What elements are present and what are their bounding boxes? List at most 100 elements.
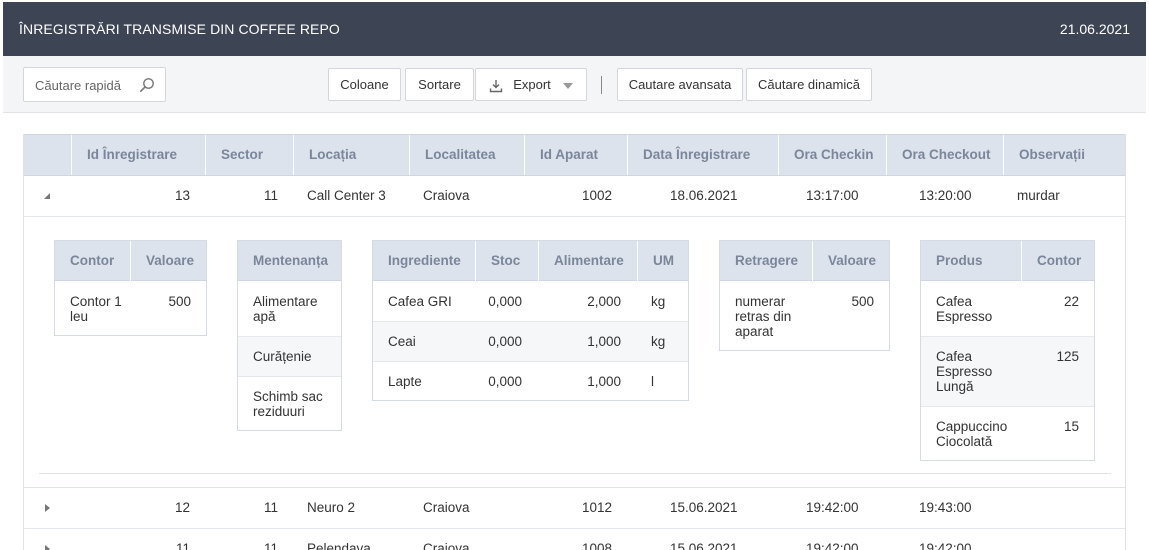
cell-locatie: Call Center 3	[307, 188, 386, 203]
column-header-locatie[interactable]: Locația	[293, 135, 409, 175]
ingrediente-um: kg	[651, 294, 666, 309]
cell-checkout: 19:43:00	[919, 500, 972, 515]
produs-contor: 22	[1063, 294, 1079, 309]
dynamic-search-button[interactable]: Căutare dinamică	[746, 68, 872, 101]
column-header-checkout[interactable]: Ora Checkout	[886, 135, 1003, 175]
produs-row: Cafea Espresso 22	[921, 282, 1094, 337]
search-icon[interactable]	[139, 77, 155, 93]
cell-id: 13	[174, 188, 190, 203]
ingrediente-name: Ceai	[388, 334, 416, 349]
ingrediente-header-stoc: Stoc	[475, 241, 520, 281]
table-row[interactable]: 13 11 Call Center 3 Craiova 1002 18.06.2…	[24, 176, 1125, 217]
cell-sector: 11	[263, 541, 278, 550]
sort-button[interactable]: Sortare	[405, 68, 474, 101]
cell-localitate: Craiova	[423, 541, 470, 550]
mentenanta-item: Curățenie	[253, 349, 312, 364]
export-button[interactable]: Export	[475, 68, 587, 101]
grid-header: Id Înregistrare Sector Locația Localitat…	[24, 134, 1125, 176]
cell-aparat: 1008	[581, 541, 612, 550]
cell-sector: 11	[263, 188, 278, 203]
mentenanta-item: Alimentare apă	[253, 294, 318, 324]
columns-button[interactable]: Coloane	[328, 68, 401, 101]
page-title: ÎNREGISTRĂRI TRANSMISE DIN COFFEE REPO	[19, 21, 340, 37]
retragere-value: 500	[851, 294, 874, 309]
retragere-row: numerar retras din aparat 500	[720, 282, 889, 350]
cell-observatii: murdar	[1017, 188, 1060, 203]
ingrediente-header-um: UM	[637, 241, 674, 281]
mentenanta-row: Schimb sac reziduuri	[238, 377, 341, 430]
header-date: 21.06.2021	[1059, 21, 1130, 37]
mentenanta-table: Mentenanța Alimentare apă Curățenie Schi…	[237, 240, 342, 431]
ingrediente-header-name: Ingrediente	[388, 253, 461, 268]
mentenanta-row: Curățenie	[238, 337, 341, 377]
contor-table: Contor Valoare Contor 1 leu 500	[54, 240, 207, 336]
mentenanta-item: Schimb sac reziduuri	[253, 389, 323, 419]
cell-locatie: Pelendava	[307, 541, 371, 550]
produs-name: Cafea Espresso Lungă	[936, 349, 993, 394]
expand-triangle-icon[interactable]	[42, 544, 52, 550]
ingrediente-row: Cafea GRI 0,000 2,000 kg	[373, 282, 688, 322]
ingrediente-alimentare: 1,000	[587, 374, 621, 389]
column-header-aparat[interactable]: Id Aparat	[524, 135, 627, 175]
produs-contor: 15	[1063, 419, 1079, 434]
contor-name: Contor 1 leu	[70, 294, 122, 324]
ingrediente-header-alimentare: Alimentare	[538, 241, 624, 281]
produs-table-header: Produs Contor	[921, 241, 1094, 281]
mentenanta-row: Alimentare apă	[238, 282, 341, 337]
advanced-search-button[interactable]: Cautare avansata	[617, 68, 743, 101]
cell-checkin: 13:17:00	[806, 188, 859, 203]
produs-contor: 125	[1056, 349, 1079, 364]
cell-data: 18.06.2021	[670, 188, 738, 203]
contor-row: Contor 1 leu 500	[55, 282, 206, 335]
records-grid: Id Înregistrare Sector Locația Localitat…	[23, 134, 1126, 550]
cell-id: 11	[175, 541, 190, 550]
ingrediente-um: kg	[651, 334, 666, 349]
ingrediente-stoc: 0,000	[488, 334, 522, 349]
cell-checkout: 13:20:00	[919, 188, 972, 203]
ingrediente-name: Cafea GRI	[388, 294, 452, 309]
contor-header-value: Valoare	[130, 241, 194, 281]
contor-value: 500	[168, 294, 191, 309]
retragere-header-value: Valoare	[812, 241, 876, 281]
ingrediente-table: Ingrediente Stoc Alimentare UM Cafea GRI…	[372, 240, 689, 401]
ingrediente-row: Ceai 0,000 1,000 kg	[373, 322, 688, 362]
produs-table: Produs Contor Cafea Espresso 22 Cafea Es…	[920, 240, 1095, 461]
table-row[interactable]: 12 11 Neuro 2 Craiova 1012 15.06.2021 19…	[24, 488, 1125, 529]
table-row[interactable]: 11 11 Pelendava Craiova 1008 15.06.2021 …	[24, 529, 1125, 550]
column-header-data[interactable]: Data Înregistrare	[627, 135, 778, 175]
retragere-header-name: Retragere	[735, 253, 799, 268]
column-header-id[interactable]: Id Înregistrare	[71, 135, 205, 175]
column-header-checkin[interactable]: Ora Checkin	[778, 135, 886, 175]
cell-localitate: Craiova	[423, 188, 470, 203]
ingrediente-name: Lapte	[388, 374, 422, 389]
cell-checkout: 19:42:00	[919, 541, 972, 550]
export-label: Export	[513, 77, 551, 92]
expand-triangle-icon[interactable]	[42, 503, 52, 513]
ingrediente-alimentare: 1,000	[587, 334, 621, 349]
produs-header-name: Produs	[936, 253, 983, 268]
ingrediente-table-header: Ingrediente Stoc Alimentare UM	[373, 241, 688, 281]
column-header-localitate[interactable]: Localitatea	[409, 135, 524, 175]
chevron-down-icon	[562, 82, 573, 89]
cell-id: 12	[174, 500, 190, 515]
cell-aparat: 1012	[581, 500, 612, 515]
cell-localitate: Craiova	[423, 500, 470, 515]
toolbar: Căutare rapidă Coloane Sortare Export Ca…	[3, 56, 1146, 113]
toolbar-divider	[601, 76, 602, 94]
contor-header-name: Contor	[70, 253, 115, 268]
cell-checkin: 19:42:00	[806, 541, 859, 550]
collapse-triangle-icon[interactable]	[42, 191, 52, 201]
quick-search-input[interactable]: Căutare rapidă	[23, 67, 166, 102]
ingrediente-um: l	[651, 374, 654, 389]
cell-aparat: 1002	[581, 188, 612, 203]
column-header-observatii[interactable]: Observații	[1003, 135, 1125, 175]
search-placeholder: Căutare rapidă	[35, 78, 121, 93]
retragere-name: numerar retras din aparat	[735, 294, 792, 339]
ingrediente-alimentare: 2,000	[587, 294, 621, 309]
cell-data: 15.06.2021	[670, 500, 738, 515]
produs-row: Cafea Espresso Lungă 125	[921, 337, 1094, 407]
cell-data: 15.06.2021	[670, 541, 738, 550]
column-header-sector[interactable]: Sector	[205, 135, 293, 175]
row-detail-panel: Contor Valoare Contor 1 leu 500 Mentenan…	[24, 216, 1125, 488]
ingrediente-stoc: 0,000	[488, 374, 522, 389]
